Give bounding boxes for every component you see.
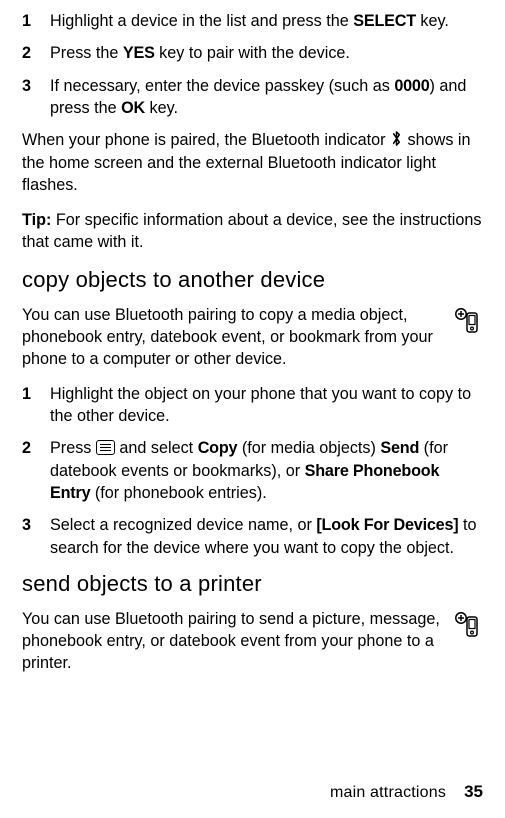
step-item: 3 Select a recognized device name, or [L… — [22, 514, 483, 559]
text: If necessary, enter the device passkey (… — [50, 77, 394, 95]
step-item: 2 Press the YES key to pair with the dev… — [22, 42, 483, 64]
text: You can use Bluetooth pairing to send a … — [22, 610, 440, 673]
paragraph: You can use Bluetooth pairing to copy a … — [22, 304, 483, 371]
text: Press the — [50, 44, 123, 62]
tip-label: Tip: — [22, 211, 51, 229]
step-item: 1 Highlight the object on your phone tha… — [22, 383, 483, 428]
step-text: Highlight the object on your phone that … — [50, 383, 483, 428]
text: For specific information about a device,… — [22, 211, 481, 251]
key-label: Copy — [198, 439, 238, 457]
key-label: YES — [123, 44, 155, 62]
key-label: Send — [380, 439, 419, 457]
text: key. — [416, 12, 449, 30]
step-number: 2 — [22, 437, 50, 504]
device-transfer-icon — [453, 610, 483, 640]
text: (for media objects) — [237, 439, 380, 457]
text: key to pair with the device. — [155, 44, 350, 62]
paragraph: When your phone is paired, the Bluetooth… — [22, 129, 483, 196]
step-number: 3 — [22, 75, 50, 120]
heading-copy-objects: copy objects to another device — [22, 265, 483, 295]
step-item: 2 Press and select Copy (for media objec… — [22, 437, 483, 504]
step-number: 3 — [22, 514, 50, 559]
text: When your phone is paired, the Bluetooth… — [22, 131, 390, 149]
step-number: 1 — [22, 10, 50, 32]
device-transfer-icon — [453, 306, 483, 336]
key-label: [Look For Devices] — [316, 516, 458, 534]
menu-key-icon — [96, 440, 115, 455]
step-item: 1 Highlight a device in the list and pre… — [22, 10, 483, 32]
page-number: 35 — [464, 782, 483, 801]
text: Highlight a device in the list and press… — [50, 12, 353, 30]
page-footer: main attractions 35 — [330, 780, 483, 804]
key-label: SELECT — [353, 12, 416, 30]
step-text: If necessary, enter the device passkey (… — [50, 75, 483, 120]
key-label: OK — [121, 99, 145, 117]
step-text: Press the YES key to pair with the devic… — [50, 42, 483, 64]
footer-section-name: main attractions — [330, 784, 446, 801]
step-item: 3 If necessary, enter the device passkey… — [22, 75, 483, 120]
text: key. — [145, 99, 178, 117]
text: (for phonebook entries). — [90, 484, 266, 502]
text: Press — [50, 439, 96, 457]
text: You can use Bluetooth pairing to copy a … — [22, 306, 433, 369]
step-text: Highlight a device in the list and press… — [50, 10, 483, 32]
tip-paragraph: Tip: For specific information about a de… — [22, 209, 483, 254]
step-text: Select a recognized device name, or [Loo… — [50, 514, 483, 559]
paragraph: You can use Bluetooth pairing to send a … — [22, 608, 483, 675]
heading-send-printer: send objects to a printer — [22, 569, 483, 599]
step-number: 1 — [22, 383, 50, 428]
step-text: Press and select Copy (for media objects… — [50, 437, 483, 504]
bluetooth-icon — [390, 130, 403, 147]
step-number: 2 — [22, 42, 50, 64]
text: Select a recognized device name, or — [50, 516, 316, 534]
text: and select — [115, 439, 198, 457]
key-label: 0000 — [394, 77, 429, 95]
